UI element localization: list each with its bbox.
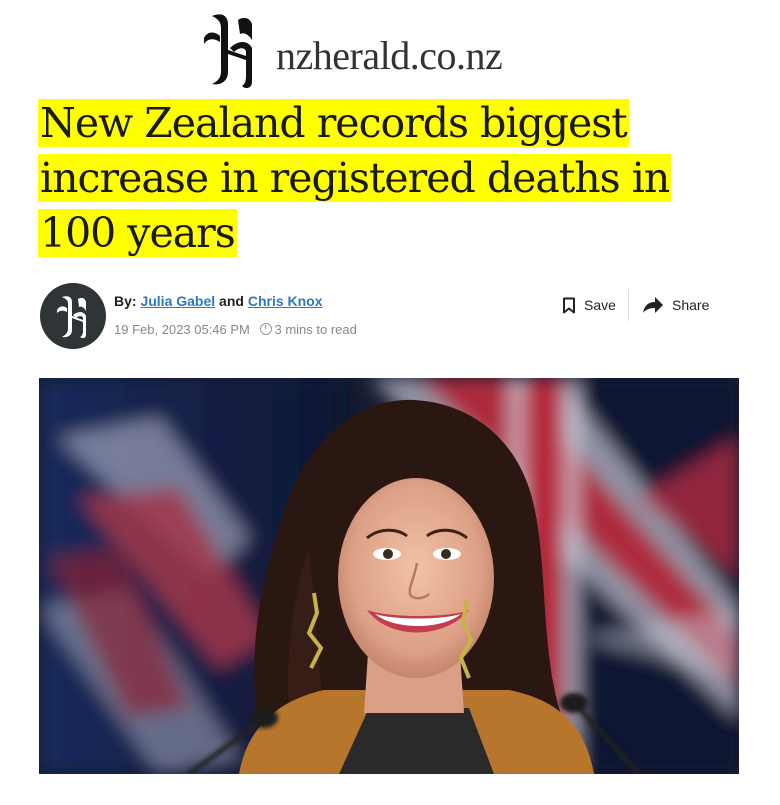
save-label: Save bbox=[584, 297, 616, 313]
byline-authors: By: Julia Gabel and Chris Knox bbox=[114, 293, 323, 309]
byline-conjunction: and bbox=[219, 293, 244, 309]
read-time: 3 mins to read bbox=[274, 322, 357, 337]
article-headline: New Zealand records biggest increase in … bbox=[38, 96, 738, 261]
save-button[interactable]: Save bbox=[562, 290, 616, 320]
masthead: nzherald.co.nz bbox=[0, 10, 780, 90]
author-avatar bbox=[40, 283, 106, 349]
gothic-h-logo-icon[interactable] bbox=[198, 10, 268, 90]
author-link-chris-knox[interactable]: Chris Knox bbox=[248, 293, 323, 309]
share-label: Share bbox=[672, 297, 710, 313]
gothic-h-avatar-icon bbox=[57, 296, 86, 339]
article-meta: 19 Feb, 2023 05:46 PM 3 mins to read bbox=[114, 322, 357, 337]
share-arrow-icon bbox=[643, 297, 663, 313]
byline-prefix: By: bbox=[114, 293, 137, 309]
bookmark-icon bbox=[563, 297, 575, 313]
action-divider bbox=[628, 289, 629, 321]
share-button[interactable]: Share bbox=[642, 290, 709, 320]
article-hero-image bbox=[39, 378, 739, 774]
clock-icon bbox=[259, 323, 272, 335]
author-link-julia-gabel[interactable]: Julia Gabel bbox=[140, 293, 215, 309]
article-byline: By: Julia Gabel and Chris Knox 19 Feb, 2… bbox=[40, 283, 740, 353]
headline-text: New Zealand records biggest increase in … bbox=[38, 99, 672, 257]
publish-date: 19 Feb, 2023 05:46 PM bbox=[114, 322, 250, 337]
site-name[interactable]: nzherald.co.nz bbox=[276, 32, 503, 79]
press-conference-photo bbox=[39, 378, 739, 774]
